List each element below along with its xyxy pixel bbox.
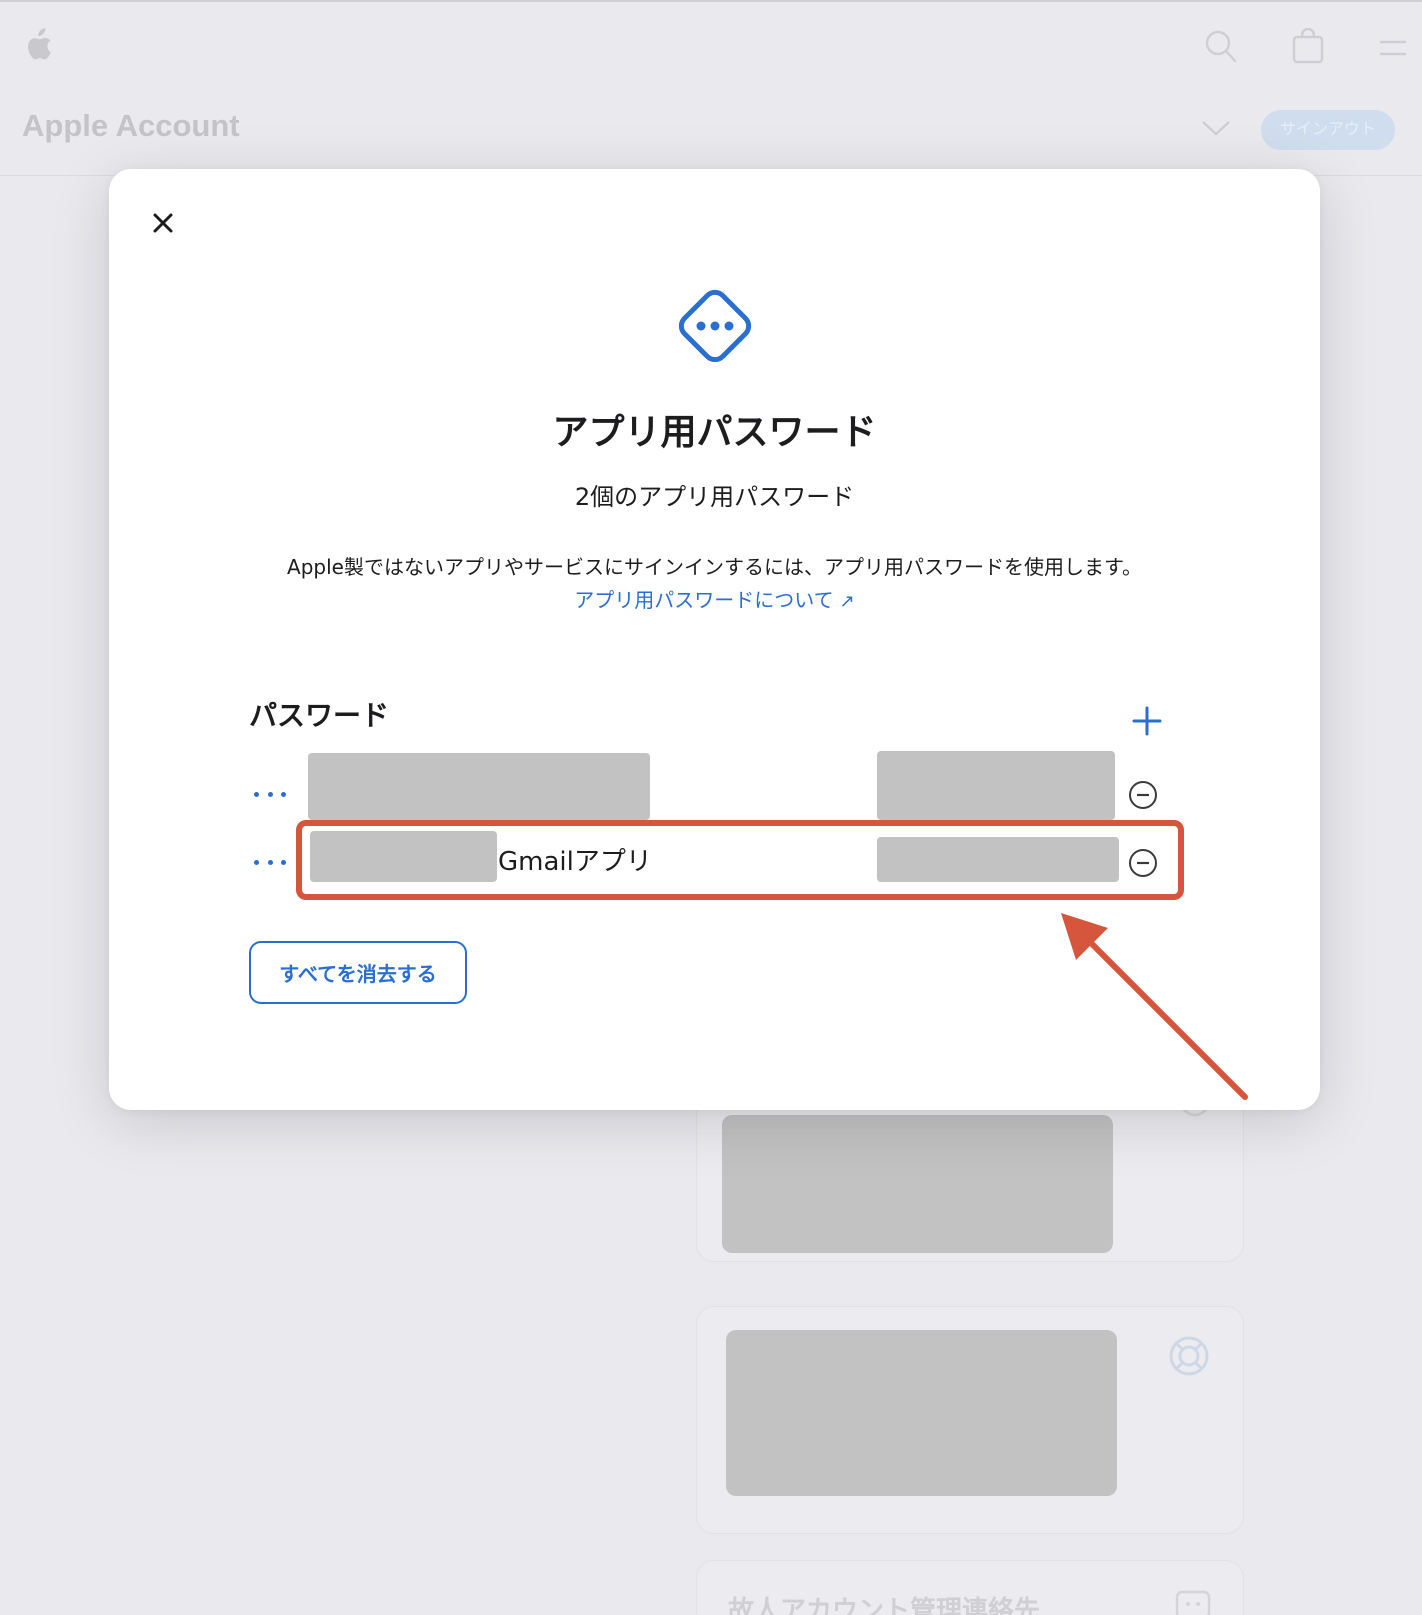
legacy-contact-label: 故人アカウント管理連絡先 bbox=[728, 1596, 1041, 1615]
more-icon[interactable] bbox=[250, 852, 290, 872]
clear-all-button[interactable]: すべてを消去する bbox=[249, 941, 467, 1004]
menu-icon[interactable] bbox=[1378, 38, 1408, 58]
close-icon bbox=[153, 213, 173, 233]
redacted-password-date bbox=[877, 751, 1115, 820]
redacted-block bbox=[726, 1330, 1117, 1496]
chevron-down-icon[interactable] bbox=[1200, 118, 1232, 138]
close-button[interactable] bbox=[143, 203, 183, 243]
global-nav bbox=[0, 0, 1422, 92]
dialog-title: アプリ用パスワード bbox=[552, 412, 877, 453]
contact-icon bbox=[1175, 1590, 1211, 1615]
plus-icon[interactable] bbox=[1129, 703, 1165, 739]
redacted-password-name bbox=[308, 753, 650, 820]
account-section-title: Apple Account bbox=[22, 108, 240, 143]
minus-circle-icon[interactable] bbox=[1127, 779, 1159, 811]
redacted-block bbox=[722, 1115, 1113, 1253]
highlight-box bbox=[296, 820, 1184, 900]
signout-button[interactable]: サインアウト bbox=[1261, 110, 1395, 150]
learn-more-link-label: アプリ用パスワードについて bbox=[574, 588, 834, 612]
dialog-description: Apple製ではないアプリやサービスにサインインするには、アプリ用パスワードを使… bbox=[287, 555, 1142, 579]
passwords-icon bbox=[678, 289, 752, 363]
learn-more-link[interactable]: アプリ用パスワードについて ↗ bbox=[109, 584, 1320, 613]
apple-logo-icon[interactable] bbox=[24, 28, 52, 62]
more-icon[interactable] bbox=[250, 784, 290, 804]
app-passwords-dialog: アプリ用パスワード 2個のアプリ用パスワード Apple製ではないアプリやサービ… bbox=[109, 169, 1320, 1110]
passwords-section-title: パスワード bbox=[249, 699, 390, 732]
external-link-icon: ↗ bbox=[839, 591, 855, 612]
password-count: 2個のアプリ用パスワード bbox=[574, 483, 855, 511]
bag-icon[interactable] bbox=[1292, 28, 1324, 64]
lifebuoy-icon bbox=[1169, 1336, 1209, 1376]
search-icon[interactable] bbox=[1205, 30, 1237, 64]
